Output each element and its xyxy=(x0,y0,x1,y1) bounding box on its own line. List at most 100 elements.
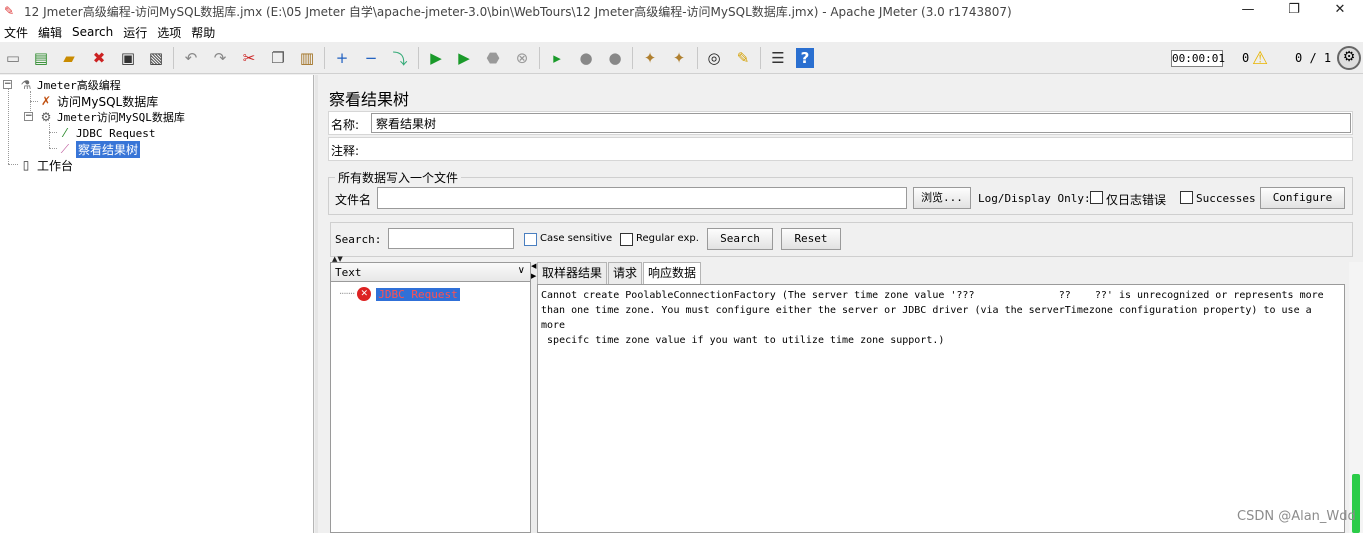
tab-request[interactable]: 请求 xyxy=(608,262,643,284)
save-as-icon[interactable]: ▧ xyxy=(145,47,167,69)
title-bar: ✎ 12 Jmeter高级编程-访问MySQL数据库.jmx (E:\05 Jm… xyxy=(0,0,1363,22)
clear-all-icon[interactable]: ✦ xyxy=(668,47,690,69)
active-threads: 0 / 1 xyxy=(1295,51,1332,65)
tree-item-test-plan[interactable]: ⚗ Jmeter高级编程 xyxy=(18,77,121,93)
reset-button[interactable]: Reset xyxy=(781,228,841,250)
toolbar-separator xyxy=(418,47,419,69)
panel-title: 察看结果树 xyxy=(329,90,410,109)
search-binoculars-icon[interactable]: ◎ xyxy=(703,47,725,69)
redo-icon[interactable]: ↷ xyxy=(209,47,231,69)
comment-label: 注释: xyxy=(331,144,360,158)
reset-search-icon[interactable]: ✎ xyxy=(732,47,754,69)
toolbar: ▭ ▤ ▰ ✖ ▣ ▧ ↶ ↷ ✂ ❐ ▥ + − ⤵ ▶ ▶ ⬣ ⊗ ▸ ● … xyxy=(0,42,1363,74)
copy-icon[interactable]: ❐ xyxy=(267,47,289,69)
collapse-icon[interactable]: − xyxy=(360,47,382,69)
vertical-scrollbar[interactable] xyxy=(1349,262,1363,533)
expand-icon[interactable]: + xyxy=(331,47,353,69)
name-label: 名称: xyxy=(331,118,360,132)
comment-input[interactable] xyxy=(367,138,1351,160)
name-input[interactable] xyxy=(371,113,1351,133)
menu-file[interactable]: 文件 xyxy=(0,24,32,41)
browse-button[interactable]: 浏览... xyxy=(913,187,971,209)
result-tabs: 取样器结果 请求 响应数据 xyxy=(537,262,702,284)
remote-start-icon[interactable]: ▸ xyxy=(546,47,568,69)
search-label: Search: xyxy=(335,233,382,246)
split-right-arrow-icon[interactable]: ▶ xyxy=(531,272,536,280)
error-count: 0 xyxy=(1242,51,1250,65)
gear-icon[interactable]: ⚙ xyxy=(1337,46,1361,70)
tree-item-thread-group[interactable]: ⚙ Jmeter访问MySQL数据库 xyxy=(38,109,185,125)
error-icon: ✕ xyxy=(357,287,372,301)
regular-exp-checkbox[interactable] xyxy=(620,233,633,246)
chevron-down-icon: ∨ xyxy=(517,265,525,276)
errors-only-label: 仅日志错误 xyxy=(1106,193,1167,207)
watermark: CSDN @Alan_Wdd xyxy=(1237,509,1356,524)
function-helper-icon[interactable]: ☰ xyxy=(767,47,789,69)
menu-edit[interactable]: 编辑 xyxy=(34,24,66,41)
tree-item-view-results-tree[interactable]: ⟋ 察看结果树 xyxy=(57,140,141,158)
start-no-pauses-icon[interactable]: ▶ xyxy=(453,47,475,69)
split-left-arrow-icon[interactable]: ◀ xyxy=(531,262,536,270)
search-button[interactable]: Search xyxy=(707,228,773,250)
response-data-view[interactable]: Cannot create PoolableConnectionFactory … xyxy=(537,284,1345,533)
toolbar-separator xyxy=(324,47,325,69)
toolbar-separator xyxy=(760,47,761,69)
tab-sampler-result[interactable]: 取样器结果 xyxy=(537,262,608,284)
undo-icon[interactable]: ↶ xyxy=(180,47,202,69)
toggle-icon[interactable]: ⤵ xyxy=(389,47,411,69)
maximize-button[interactable]: ❐ xyxy=(1271,0,1317,22)
tree-item-jdbc-config[interactable]: ✗ 访问MySQL数据库 xyxy=(38,93,158,109)
case-sensitive-label: Case sensitive xyxy=(540,233,613,244)
sampler-pipette-icon: ⁄ xyxy=(63,126,66,140)
comment-row: 注释: xyxy=(328,137,1353,161)
sample-result-list: Text ∨ ······· ✕ JDBC Request xyxy=(330,262,531,533)
start-icon[interactable]: ▶ xyxy=(425,47,447,69)
expander-root[interactable]: − xyxy=(3,80,12,89)
stop-icon[interactable]: ⬣ xyxy=(482,47,504,69)
tree-item-jdbc-request[interactable]: ⁄ JDBC Request xyxy=(57,125,156,141)
warning-icon[interactable]: ⚠ xyxy=(1252,48,1268,69)
open-icon[interactable]: ▰ xyxy=(58,47,80,69)
toolbar-separator xyxy=(632,47,633,69)
thread-group-gear-icon: ⚙ xyxy=(40,110,52,124)
menu-run[interactable]: 运行 xyxy=(119,24,151,41)
window-title: 12 Jmeter高级编程-访问MySQL数据库.jmx (E:\05 Jmet… xyxy=(24,4,1012,19)
cut-icon[interactable]: ✂ xyxy=(238,47,260,69)
scrollbar-thumb[interactable] xyxy=(1352,474,1360,533)
filename-input[interactable] xyxy=(377,187,907,209)
remote-stop-icon[interactable]: ● xyxy=(575,47,597,69)
toolbar-separator xyxy=(539,47,540,69)
toolbar-separator xyxy=(173,47,174,69)
clear-icon[interactable]: ✦ xyxy=(639,47,661,69)
save-icon[interactable]: ▣ xyxy=(117,47,139,69)
successes-checkbox[interactable] xyxy=(1180,191,1193,204)
menu-options[interactable]: 选项 xyxy=(153,24,185,41)
shutdown-icon[interactable]: ⊗ xyxy=(511,47,533,69)
search-bar: Search: Case sensitive Regular exp. Sear… xyxy=(330,222,1353,257)
templates-icon[interactable]: ▤ xyxy=(30,47,52,69)
minimize-button[interactable]: — xyxy=(1225,0,1271,22)
log-display-label: Log/Display Only: xyxy=(978,192,1091,205)
help-icon[interactable]: ? xyxy=(796,48,814,68)
result-item[interactable]: ······· ✕ JDBC Request xyxy=(339,287,460,301)
close-button[interactable]: ✕ xyxy=(1317,0,1363,22)
tab-response-data[interactable]: 响应数据 xyxy=(643,262,702,284)
regular-exp-label: Regular exp. xyxy=(636,233,699,244)
file-group-legend: 所有数据写入一个文件 xyxy=(335,169,462,186)
listener-panel: 察看结果树 名称: 注释: 所有数据写入一个文件 文件名 浏览... Log/D… xyxy=(318,75,1363,533)
expander-thread-group[interactable]: − xyxy=(24,112,33,121)
case-sensitive-checkbox[interactable] xyxy=(524,233,537,246)
filename-label: 文件名 xyxy=(335,193,372,207)
close-file-icon[interactable]: ✖ xyxy=(88,47,110,69)
write-to-file-group: 所有数据写入一个文件 文件名 浏览... Log/Display Only: 仅… xyxy=(328,169,1353,215)
errors-only-checkbox[interactable] xyxy=(1090,191,1103,204)
menu-search[interactable]: Search xyxy=(68,25,117,39)
renderer-select[interactable]: Text ∨ xyxy=(331,263,530,282)
configure-button[interactable]: Configure xyxy=(1260,187,1345,209)
menu-help[interactable]: 帮助 xyxy=(187,24,219,41)
new-icon[interactable]: ▭ xyxy=(2,47,24,69)
tree-item-workbench[interactable]: ▯ 工作台 xyxy=(18,157,73,173)
paste-icon[interactable]: ▥ xyxy=(296,47,318,69)
remote-shutdown-icon[interactable]: ● xyxy=(604,47,626,69)
search-input[interactable] xyxy=(388,228,514,249)
